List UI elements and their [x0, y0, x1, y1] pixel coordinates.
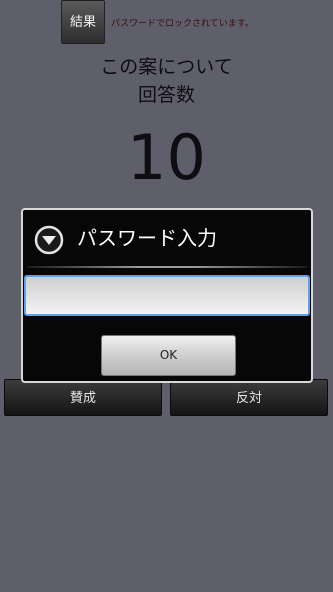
ok-button[interactable]: OK [101, 335, 236, 376]
result-button[interactable]: 結果 [61, 0, 105, 44]
oppose-button[interactable]: 反対 [170, 379, 328, 416]
answer-count: 10 [127, 121, 206, 194]
lock-message: パスワードでロックされています。 [111, 19, 254, 29]
top-bar: 結果 パスワードでロックされています。 [0, 0, 333, 46]
password-input[interactable] [24, 275, 310, 316]
subject-title: この案について 回答数 [0, 53, 333, 109]
subject-line-1: この案について [100, 56, 233, 78]
agree-button[interactable]: 賛成 [4, 379, 162, 416]
password-dialog: パスワード入力 OK [21, 208, 313, 383]
dialog-title: パスワード入力 [77, 226, 217, 250]
subject-line-2: 回答数 [137, 84, 195, 106]
dropdown-arrow-icon [34, 225, 64, 255]
title-divider [27, 266, 307, 268]
